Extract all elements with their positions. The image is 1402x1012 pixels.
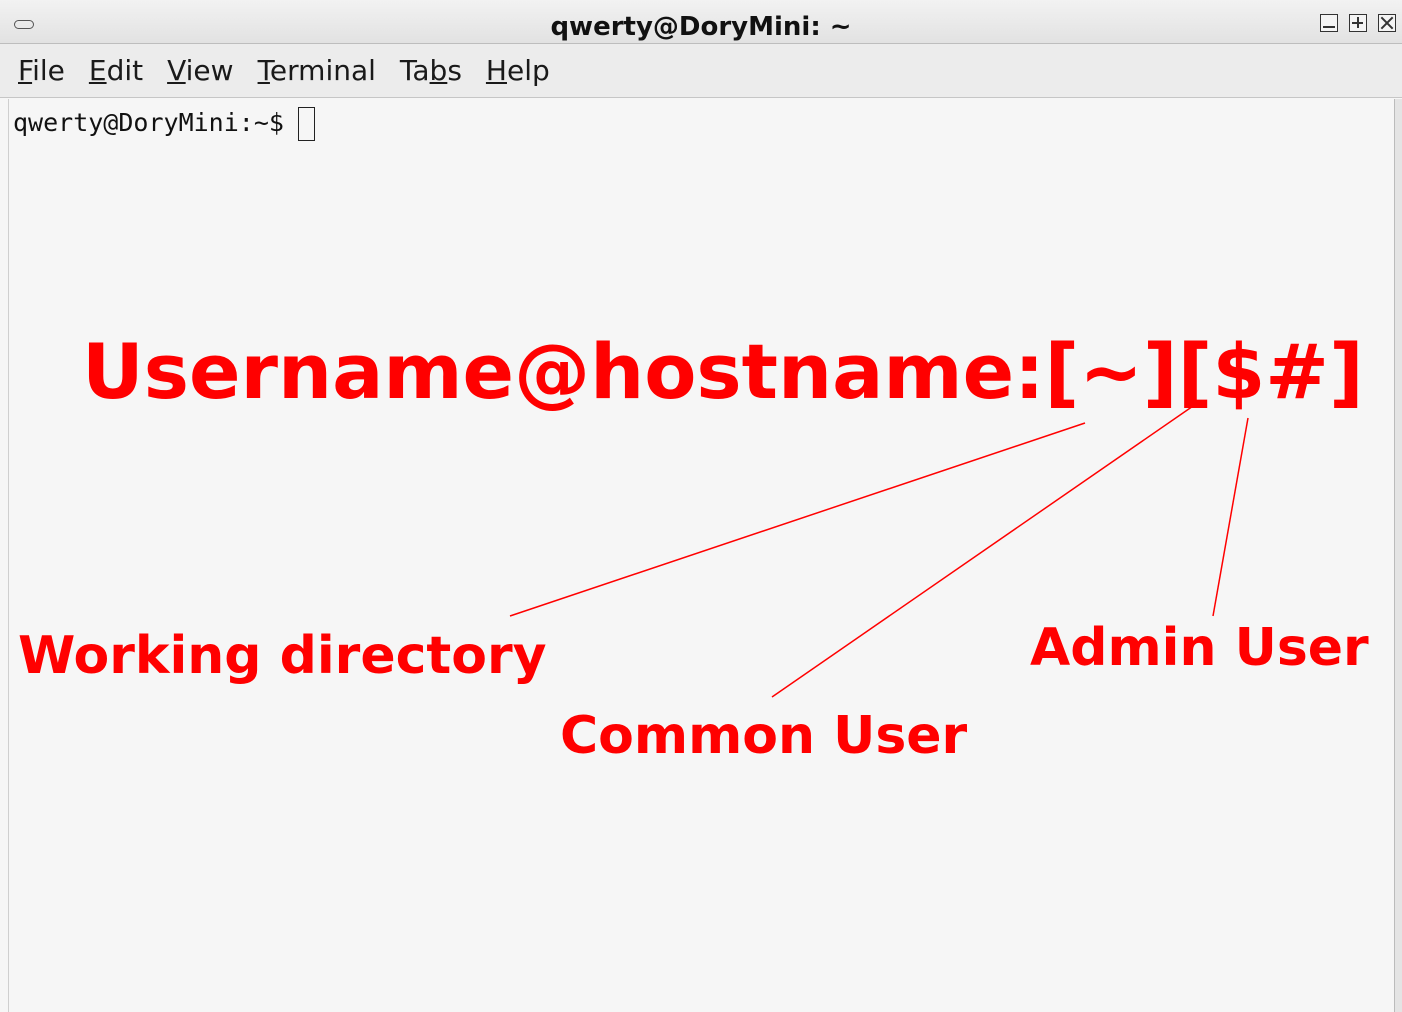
menu-terminal[interactable]: Terminal: [258, 54, 376, 88]
scrollbar[interactable]: [1394, 99, 1402, 1012]
menu-view[interactable]: View: [167, 54, 233, 88]
prompt-format-annotation: Username@hostname:[~][$#]: [82, 327, 1364, 416]
menu-bar: File Edit View Terminal Tabs Help: [0, 44, 1402, 98]
admin-user-label: Admin User: [1030, 618, 1369, 678]
title-bar[interactable]: qwerty@DoryMini: ~: [0, 0, 1402, 44]
menu-edit[interactable]: Edit: [89, 54, 143, 88]
terminal-area[interactable]: qwerty@DoryMini:~$: [8, 99, 1394, 1012]
window-title: qwerty@DoryMini: ~: [550, 12, 852, 42]
maximize-icon[interactable]: [1349, 14, 1367, 32]
common-user-label: Common User: [560, 706, 968, 766]
menu-file[interactable]: File: [18, 54, 65, 88]
close-icon[interactable]: [1378, 14, 1396, 32]
menu-help[interactable]: Help: [486, 54, 550, 88]
prompt-line: qwerty@DoryMini:~$: [13, 107, 315, 141]
terminal-window: qwerty@DoryMini: ~ File Edit View Termin…: [0, 0, 1402, 1012]
menu-tabs[interactable]: Tabs: [400, 54, 462, 88]
minimize-icon[interactable]: [1320, 14, 1338, 32]
working-directory-label: Working directory: [18, 626, 547, 686]
text-cursor: [297, 107, 315, 141]
shell-prompt: qwerty@DoryMini:~$: [13, 108, 284, 137]
